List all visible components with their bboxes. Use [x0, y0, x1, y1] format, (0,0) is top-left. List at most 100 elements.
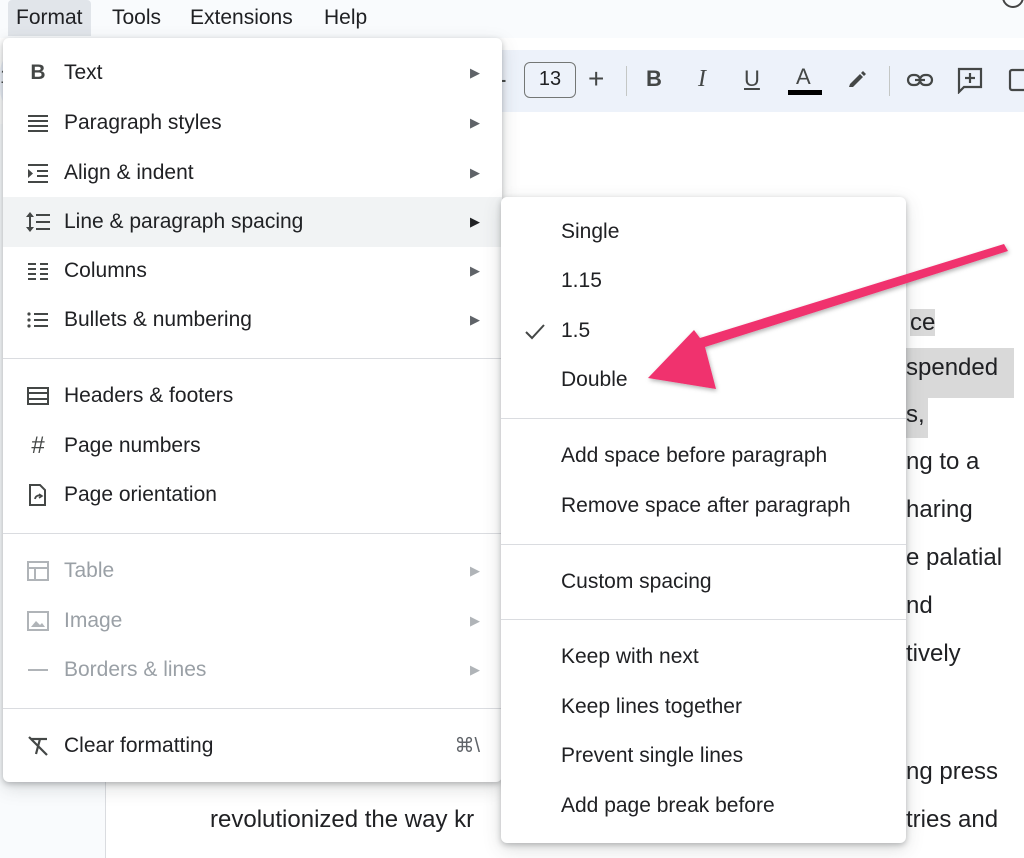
font-size-input[interactable]: 13 [524, 62, 576, 98]
menu-item-label: 1.5 [561, 319, 591, 342]
menu-item-label: Keep with next [561, 645, 699, 668]
italic-button[interactable]: I [698, 66, 706, 93]
submenu-arrow-icon: ▶ [470, 115, 480, 130]
doc-text-fragment: spended [906, 348, 1014, 398]
hash-icon: # [31, 432, 45, 459]
menu-extensions[interactable]: Extensions [182, 0, 301, 36]
menu-format[interactable]: Format [8, 0, 91, 36]
menu-item-label: Prevent single lines [561, 744, 744, 767]
doc-text-fragment: haring [906, 496, 973, 523]
menu-item-label: Add space before paragraph [561, 444, 828, 467]
bold-icon: B [30, 61, 46, 84]
menu-separator [3, 358, 502, 359]
menu-item-bullets-numbering[interactable]: Bullets & numbering ▶ [3, 295, 502, 345]
doc-text-fragment: tively [906, 640, 961, 667]
add-space-before-paragraph[interactable]: Add space before paragraph [501, 431, 906, 481]
doc-text-fragment: ng press [906, 758, 999, 785]
borders-icon [25, 658, 51, 682]
menu-item-paragraph-styles[interactable]: Paragraph styles ▶ [3, 98, 502, 148]
menu-separator [3, 533, 502, 534]
menu-item-table[interactable]: Table ▶ [3, 546, 502, 596]
underline-button[interactable]: U [744, 66, 760, 92]
menu-item-label: Image [64, 609, 123, 632]
line-spacing-icon [25, 210, 51, 234]
spacing-option-1-5[interactable]: 1.5 [501, 306, 906, 356]
menu-item-page-orientation[interactable]: Page orientation [3, 470, 502, 520]
menu-item-label: Paragraph styles [64, 111, 222, 134]
page-orientation-icon [25, 483, 51, 507]
remove-space-after-paragraph[interactable]: Remove space after paragraph [501, 481, 906, 531]
menu-separator [501, 619, 906, 620]
menu-bar: Format Tools Extensions Help [0, 0, 1024, 38]
submenu-arrow-icon: ▶ [470, 613, 480, 628]
menu-item-label: 1.15 [561, 269, 602, 292]
menu-item-label: Clear formatting [64, 734, 214, 757]
menu-item-label: Headers & footers [64, 384, 234, 407]
doc-text-fragment: ce [910, 309, 936, 336]
submenu-arrow-icon: ▶ [470, 563, 480, 578]
menu-item-clear-formatting[interactable]: Clear formatting ⌘\ [3, 721, 502, 771]
highlighter-icon[interactable] [846, 66, 870, 95]
doc-text-fragment: e palatial [906, 544, 1003, 571]
menu-item-label: Add page break before [561, 794, 775, 817]
spacing-option-double[interactable]: Double [501, 355, 906, 405]
doc-text-fragment: revolutionized the way kr [210, 806, 475, 833]
menu-item-image[interactable]: Image ▶ [3, 596, 502, 646]
menu-item-label: Custom spacing [561, 570, 712, 593]
link-icon[interactable] [906, 68, 934, 97]
submenu-arrow-icon: ▶ [470, 65, 480, 80]
menu-item-label: Text [64, 61, 103, 84]
menu-item-text[interactable]: B Text ▶ [3, 48, 502, 98]
add-page-break-before[interactable]: Add page break before [501, 781, 906, 831]
menu-item-headers-footers[interactable]: Headers & footers [3, 371, 502, 421]
menu-item-label: Borders & lines [64, 658, 207, 681]
doc-text-fragment: ng to a [906, 448, 980, 475]
menu-item-label: Keep lines together [561, 695, 742, 718]
header-footer-icon [25, 384, 51, 408]
increase-font-size-button[interactable]: + [588, 63, 604, 95]
spacing-option-1-15[interactable]: 1.15 [501, 256, 906, 306]
line-spacing-submenu: Single 1.15 1.5 Double Add space before … [501, 197, 906, 843]
keep-with-next[interactable]: Keep with next [501, 632, 906, 682]
menu-item-page-numbers[interactable]: # Page numbers [3, 421, 502, 471]
indent-icon [25, 161, 51, 185]
menu-tools[interactable]: Tools [104, 0, 169, 36]
table-icon [25, 559, 51, 583]
history-icon[interactable] [1002, 0, 1024, 8]
menu-item-align-indent[interactable]: Align & indent ▶ [3, 148, 502, 198]
format-menu: B Text ▶ Paragraph styles ▶ Align & inde… [3, 38, 502, 782]
menu-item-columns[interactable]: Columns ▶ [3, 246, 502, 296]
bulleted-list-icon [25, 308, 51, 332]
menu-item-borders-lines[interactable]: Borders & lines ▶ [3, 645, 502, 695]
doc-text-fragment: nd [906, 592, 933, 619]
doc-text-line: ce [906, 306, 939, 340]
menu-item-label: Table [64, 559, 115, 582]
text-color-bar [788, 90, 822, 95]
keep-lines-together[interactable]: Keep lines together [501, 682, 906, 732]
checkmark-icon [523, 319, 547, 343]
bold-button[interactable]: B [646, 66, 662, 92]
prevent-single-lines[interactable]: Prevent single lines [501, 731, 906, 781]
submenu-arrow-icon: ▶ [470, 312, 480, 327]
menu-item-line-paragraph-spacing[interactable]: Line & paragraph spacing ▶ [3, 197, 502, 247]
submenu-arrow-icon: ▶ [470, 662, 480, 677]
menu-separator [501, 544, 906, 545]
menu-item-label: Bullets & numbering [64, 308, 252, 331]
menu-item-label: Double [561, 368, 628, 391]
menu-item-label: Page orientation [64, 483, 217, 506]
menu-item-label: Align & indent [64, 161, 194, 184]
add-comment-icon[interactable] [956, 66, 984, 99]
doc-text-fragment: tries and [906, 806, 999, 833]
spacing-option-single[interactable]: Single [501, 207, 906, 257]
toolbar-divider [889, 66, 890, 96]
doc-text-fragment: s, [906, 398, 928, 438]
submenu-arrow-icon: ▶ [470, 165, 480, 180]
menu-item-label: Remove space after paragraph [561, 494, 851, 517]
menu-help[interactable]: Help [316, 0, 375, 36]
custom-spacing[interactable]: Custom spacing [501, 557, 906, 607]
clear-formatting-icon [25, 734, 51, 758]
text-color-button[interactable]: A [796, 64, 811, 90]
keyboard-shortcut: ⌘\ [454, 735, 480, 757]
insert-image-icon[interactable] [1008, 68, 1024, 97]
menu-item-label: Page numbers [64, 434, 201, 457]
